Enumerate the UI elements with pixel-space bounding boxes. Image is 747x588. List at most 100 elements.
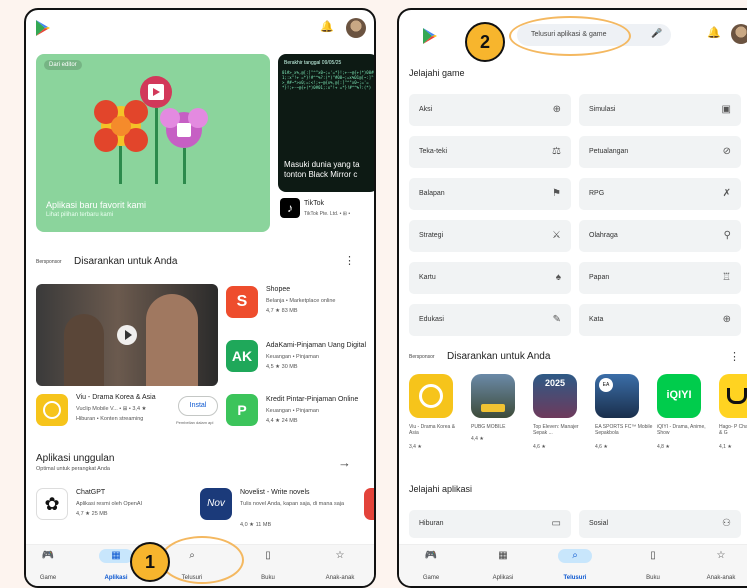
book-icon: ▯ [650,550,656,561]
featured-secondary-chip: Berakhir tanggal 09/05/25 [284,60,342,66]
notification-bell-icon[interactable]: 🔔 [707,28,721,39]
category-teka-teki[interactable]: Teka-teki ⚖ [409,136,571,168]
nav-apps[interactable]: ▦ Aplikasi [473,549,533,584]
sports-icon: ⚲ [723,230,731,241]
featured-secondary-title: Masuki dunia yang ta tonton Black Mirror… [284,160,360,179]
highlight-ring-search [160,536,244,584]
category-label: Edukasi [419,316,444,323]
google-play-logo [423,28,437,44]
promo-video[interactable] [36,284,218,386]
viu-game-icon[interactable] [409,374,453,418]
nav-books[interactable]: ▯ Buku [623,549,683,584]
category-label: RPG [589,190,605,197]
tiktok-name: TikTok [304,200,324,207]
category-label: Sosial [589,520,609,527]
category-edukasi[interactable]: Edukasi ✎ [409,304,571,336]
matrix-code-image: 01#>_x%,@[:]"^"x0~;='=*}!;+-~@{+(*)00#01… [282,70,376,90]
nav-game[interactable]: 🎮 Game [401,549,461,584]
compass-icon: ⊘ [722,146,731,157]
avatar[interactable] [346,18,366,38]
category-rpg[interactable]: RPG ✗ [579,178,741,210]
notification-bell-icon[interactable]: 🔔 [320,22,334,33]
avatar[interactable] [731,24,747,44]
nav-kids[interactable]: ☆ Anak-anak [691,549,747,584]
nav-books[interactable]: ▯ Buku [238,549,298,584]
strategy-icon: ⚔ [552,230,561,241]
flag-icon: ⚑ [552,188,561,199]
top-eleven-icon[interactable]: 2025 [533,374,577,418]
viu-meta: Vuclip Mobile V... • ⊞ • 3,4 ★ [76,406,147,412]
iqiyi-icon[interactable]: iQIYI [657,374,701,418]
nav-label: Aplikasi [492,575,514,581]
side-app-meta: Keuangan • Pinjaman [266,354,319,360]
category-aksi[interactable]: Aksi ⊕ [409,94,571,126]
featured-subtitle: Lihat pilihan terbaru kami [46,212,114,218]
game-name: iQIYI - Drama, Anime, Show [657,424,706,436]
puzzle-icon: ⚖ [552,146,561,157]
category-label: Strategi [419,232,444,239]
mic-icon[interactable]: 🎤 [651,29,662,38]
adakami-icon: AK [226,340,258,372]
book-icon: ▯ [265,550,271,561]
nav-game[interactable]: 🎮 Game [26,549,78,584]
install-button[interactable]: Instal [178,396,218,416]
game-rating: 4,4 ★ [471,436,484,442]
category-simulasi[interactable]: Simulasi ▣ [579,94,741,126]
nav-label: Game [39,575,57,581]
category-balapan[interactable]: Balapan ⚑ [409,178,571,210]
hago-icon[interactable] [719,374,747,418]
category-label: Aksi [419,106,433,113]
category-label: Kartu [419,274,436,281]
featured-card[interactable]: Dari editor Aplikasi baru favorit kami L… [36,54,270,232]
board-icon: ♖ [722,272,731,283]
side-app-name: Kredit Pintar-Pinjaman Online [266,396,359,403]
pubg-icon[interactable] [471,374,515,418]
featured-card-secondary[interactable]: Berakhir tanggal 09/05/25 01#>_x%,@[:]"^… [278,54,376,192]
category-olahraga[interactable]: Olahraga ⚲ [579,220,741,252]
nav-label: Anak-anak [706,575,736,581]
category-label: Balapan [419,190,445,197]
ea-fc-icon[interactable]: EA [595,374,639,418]
screen-home: 🔔 Dari editor Aplikasi baru favorit kami… [24,8,376,588]
category-papan[interactable]: Papan ♖ [579,262,741,294]
featured-chip: Dari editor [44,60,82,70]
nav-search[interactable]: ⌕ Telusuri [545,549,605,584]
nav-kids[interactable]: ☆ Anak-anak [310,549,370,584]
chatgpt-icon: ✿ [36,488,68,520]
video-person-image [146,294,198,386]
novelist-icon: Nov [200,488,232,520]
screen-search: Telusuri aplikasi & game 🎤 🔔 2 Jelajahi … [397,8,747,588]
simulation-icon: ▣ [721,104,731,115]
top-apps-title: Aplikasi unggulan [36,453,115,464]
education-icon: ✎ [552,314,561,325]
category-kartu[interactable]: Kartu ♠ [409,262,571,294]
arrow-right-icon[interactable]: → [338,456,351,469]
featured-title: Aplikasi baru favorit kami [46,200,147,210]
more-vert-icon[interactable]: ⋮ [729,352,740,363]
game-icon: 🎮 [424,550,438,561]
sponsored-title: Disarankan untuk Anda [74,256,178,267]
category-petualangan[interactable]: Petualangan ⊘ [579,136,741,168]
install-note: Pembelian dalam apl [176,420,214,425]
category-hiburan[interactable]: Hiburan ▭ [409,510,571,538]
top-app-stats: 4,7 ★ 25 MB [76,511,108,517]
side-app-stats: 4,4 ★ 24 MB [266,418,298,424]
category-kata[interactable]: Kata ⊕ [579,304,741,336]
nav-label: Aplikasi [104,575,128,581]
more-vert-icon[interactable]: ⋮ [344,256,355,267]
top-app-name: ChatGPT [76,489,106,496]
side-app-meta: Belanja • Marketplace online [266,298,336,304]
sponsored-title: Disarankan untuk Anda [447,351,551,362]
top-app-name: Novelist - Write novels [240,489,310,496]
nav-label: Game [422,575,440,581]
play-icon[interactable] [117,325,137,345]
category-sosial[interactable]: Sosial ⚇ [579,510,741,538]
bottom-nav: 🎮 Game ▦ Aplikasi ⌕ Telusuri ▯ Buku ☆ Anak-an… [399,544,747,586]
tiktok-icon: ♪ [280,198,300,218]
game-rating: 4,6 ★ [595,444,608,450]
step-badge-2: 2 [465,22,505,62]
category-strategi[interactable]: Strategi ⚔ [409,220,571,252]
game-name: EA SPORTS FC™ Mobile Sepakbola [595,424,653,436]
people-icon: ⚇ [722,518,731,529]
nav-label: Telusuri [563,575,587,581]
